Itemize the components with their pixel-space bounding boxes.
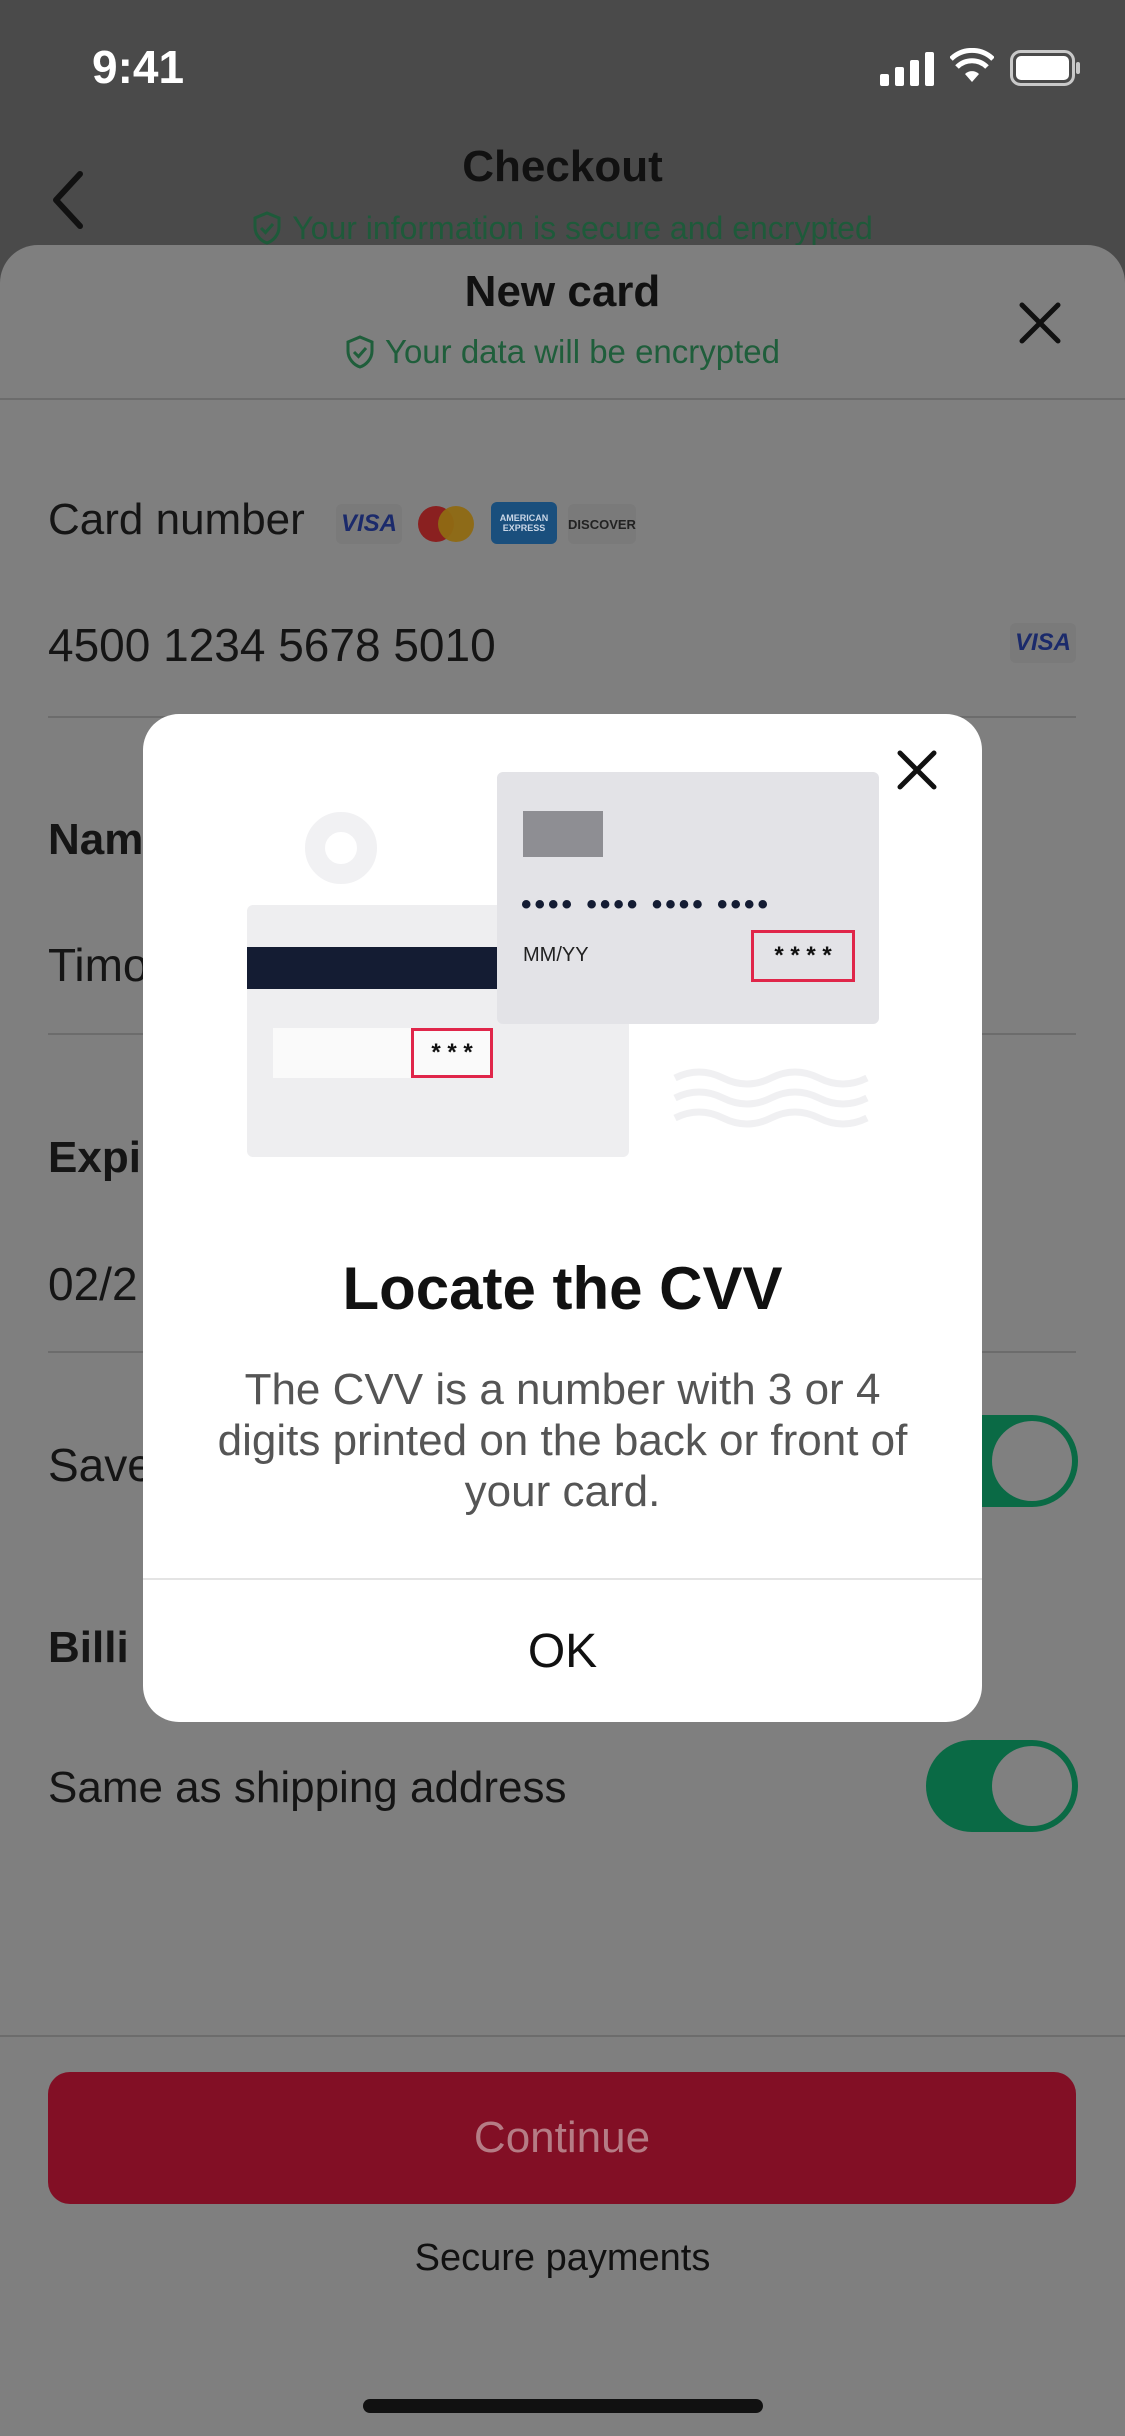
continue-button[interactable]: Continue [48,2072,1076,2204]
wifi-icon [950,48,994,82]
modal-body: The CVV is a number with 3 or 4 digits p… [217,1365,908,1516]
back-cvv-highlight: * * * [411,1028,493,1078]
card-chip [523,811,603,857]
secure-payments-link[interactable]: Secure payments [0,2237,1125,2280]
encryption-note: Your data will be encrypted [0,333,1125,371]
security-note: Your information is secure and encrypted [0,210,1125,247]
visa-logo: VISA [336,504,402,544]
discover-logo: DISCOVER [568,504,636,544]
save-card-label: Save [48,1439,153,1491]
modal-title: Locate the CVV [342,1255,783,1322]
card-number-dots: •••• •••• •••• •••• [521,888,772,921]
expiry-label: Expi [48,1133,141,1182]
ok-button[interactable]: OK [143,1580,982,1722]
card-expiry: MM/YY [523,944,589,966]
cvv-modal: * * * •••• •••• •••• •••• MM/YY * * * * … [143,714,982,1722]
front-cvv-highlight: * * * * [751,930,855,982]
toggle-knob [992,1421,1072,1501]
signal-icon [880,52,934,86]
home-indicator [363,2399,763,2413]
signature-strip [273,1028,413,1078]
footer-divider [0,2035,1125,2037]
mastercard-logo [418,506,474,542]
amex-logo: AMERICAN EXPRESS [491,502,557,544]
status-bar: 9:41 [0,0,1125,140]
same-as-shipping-label: Same as shipping address [48,1763,567,1812]
name-label: Nam [48,815,144,864]
battery-icon [1010,50,1080,86]
card-number-input[interactable]: 4500 1234 5678 5010 [48,618,496,672]
billing-title: Billi [48,1623,129,1672]
status-time: 9:41 [92,41,185,93]
expiry-input[interactable]: 02/2 [48,1257,138,1311]
cvv-illustration: * * * •••• •••• •••• •••• MM/YY * * * * [143,714,982,1234]
decorative-circle [305,812,377,884]
checkout-header: Checkout Your information is secure and … [0,140,1125,250]
security-note-text: Your information is secure and encrypted [292,210,873,246]
shield-check-icon [346,335,374,369]
wave-lines [673,1068,869,1128]
page-title: Checkout [462,142,663,191]
sheet-title: New card [464,267,661,316]
card-number-label: Card number [48,495,305,544]
header-divider [0,398,1125,400]
close-icon[interactable] [1018,301,1062,345]
detected-brand-visa: VISA [1010,623,1076,663]
name-input[interactable]: Timo [48,938,149,992]
same-as-shipping-toggle[interactable] [926,1740,1078,1832]
shield-check-icon [253,211,281,245]
toggle-knob [992,1746,1072,1826]
magnetic-stripe [247,947,497,989]
encryption-note-text: Your data will be encrypted [384,333,781,370]
